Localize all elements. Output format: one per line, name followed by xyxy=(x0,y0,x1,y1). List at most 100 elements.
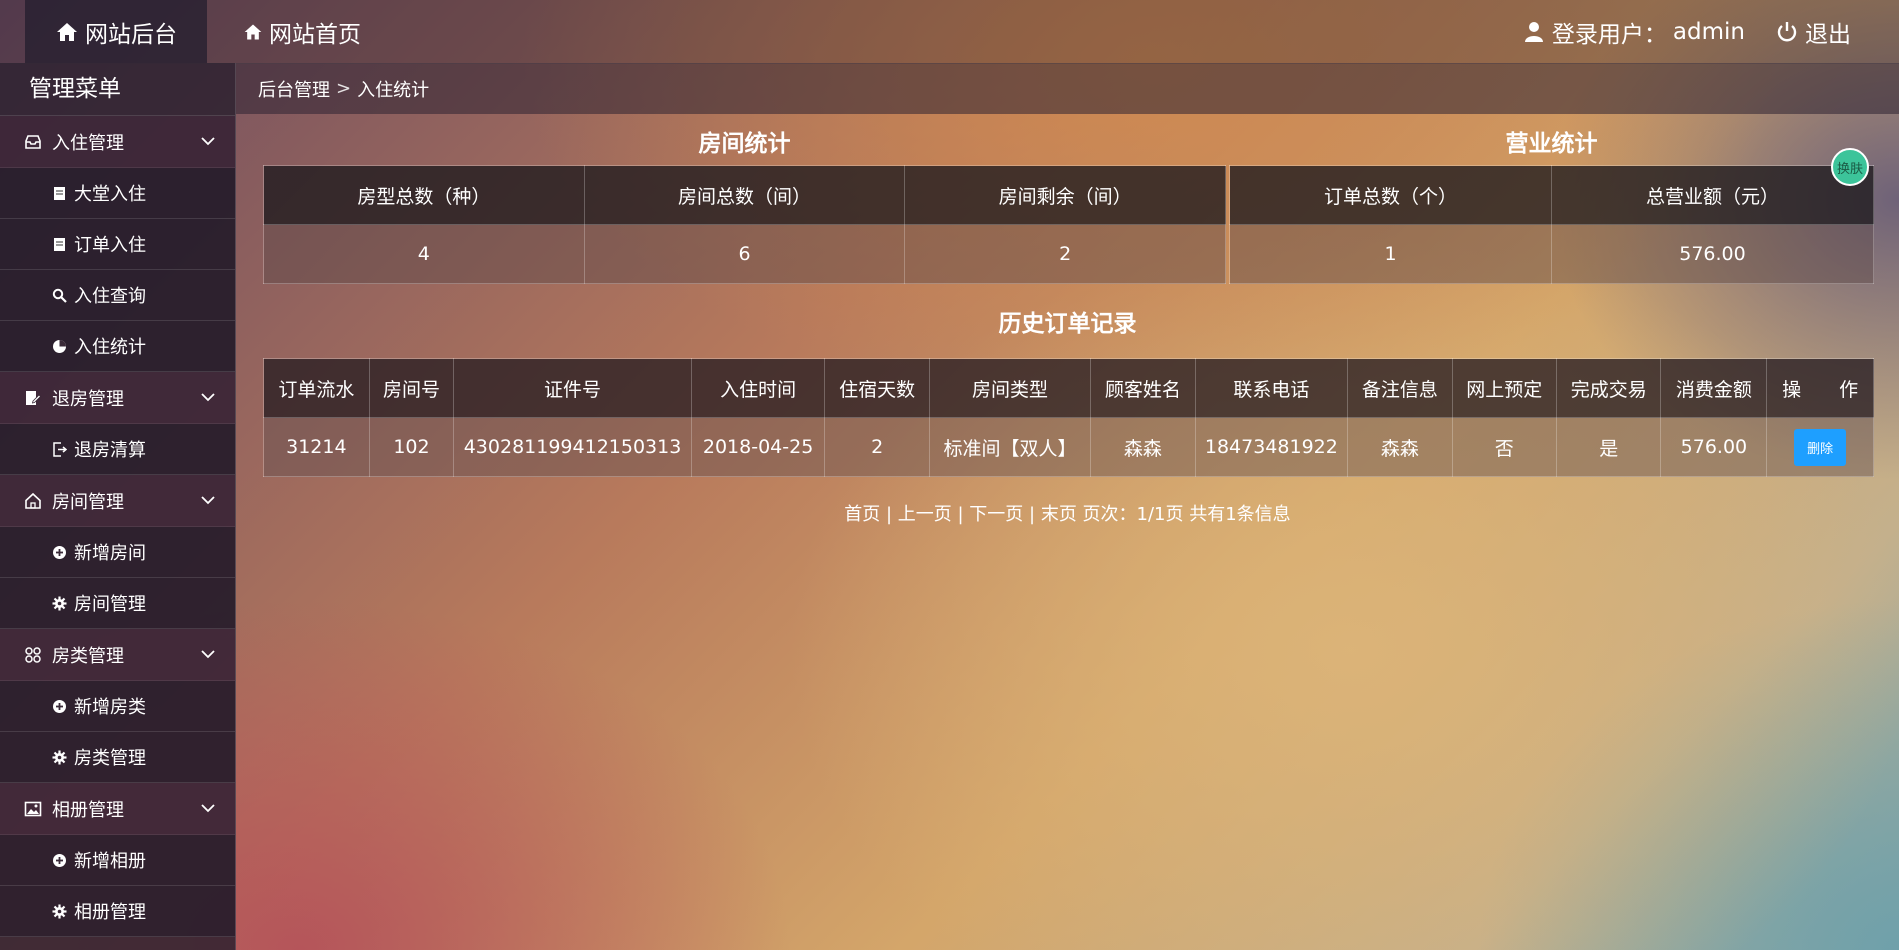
edit-document-icon xyxy=(26,390,42,405)
home-outline-icon xyxy=(25,492,41,509)
sidebar-item-label: 新增房间 xyxy=(74,543,146,564)
sidebar-group-checkin[interactable]: 入住管理 xyxy=(0,116,235,168)
chevron-down-icon xyxy=(201,804,215,813)
table-header-row: 订单流水 房间号 证件号 入住时间 住宿天数 房间类型 顾客姓名 联系电话 备注… xyxy=(263,358,1874,418)
sidebar-group-checkout[interactable]: 退房管理 xyxy=(0,372,235,424)
image-icon xyxy=(24,801,42,816)
column-header: 操 作 xyxy=(1766,358,1874,418)
history-title: 历史订单记录 xyxy=(998,311,1137,337)
cell-checkin-date: 2018-04-25 xyxy=(690,417,826,477)
site-home-label: 网站首页 xyxy=(269,21,361,48)
sidebar-group-label: 相册管理 xyxy=(52,799,124,821)
pie-chart-icon xyxy=(53,339,66,353)
sidebar-item-label: 房类管理 xyxy=(74,748,146,769)
column-header: 订单流水 xyxy=(263,358,370,418)
column-header: 联系电话 xyxy=(1194,358,1349,418)
sidebar-item-label: 入住查询 xyxy=(74,286,146,307)
chevron-down-icon xyxy=(201,393,215,402)
sidebar-item-add-room-type[interactable]: 新增房类 xyxy=(0,681,235,732)
skin-switch-button[interactable]: 换肤 xyxy=(1831,148,1869,186)
plus-circle-icon xyxy=(53,545,66,559)
sidebar-group-label: 退房管理 xyxy=(52,388,124,410)
sidebar-item-checkin-query[interactable]: 入住查询 xyxy=(0,270,235,321)
sidebar-item-label: 退房清算 xyxy=(74,440,146,461)
sidebar-item-label: 大堂入住 xyxy=(74,184,146,205)
sidebar-item-label: 新增相册 xyxy=(74,851,146,872)
cell-completed: 是 xyxy=(1555,417,1662,477)
sidebar-item-room-type-manage[interactable]: 房类管理 xyxy=(0,732,235,783)
column-header: 备注信息 xyxy=(1347,358,1453,418)
sidebar-item-checkout-settle[interactable]: 退房清算 xyxy=(0,424,235,475)
plus-circle-icon xyxy=(53,853,66,867)
business-stats-title: 营业统计 xyxy=(1505,131,1598,157)
site-home-link[interactable]: 网站首页 xyxy=(243,0,361,63)
admin-home-link[interactable]: 网站后台 xyxy=(25,0,207,63)
sidebar-item-order-checkin[interactable]: 订单入住 xyxy=(0,219,235,270)
document-icon xyxy=(54,237,65,251)
user-label: 登录用户： xyxy=(1551,21,1667,48)
delete-button[interactable]: 删除 xyxy=(1794,428,1847,466)
breadcrumb-root[interactable]: 后台管理 xyxy=(258,76,330,102)
user-icon xyxy=(1524,21,1543,42)
logout-button[interactable]: 退出 xyxy=(1775,0,1851,63)
user-name: admin xyxy=(1672,18,1745,45)
chevron-down-icon xyxy=(201,496,215,505)
chevron-down-icon xyxy=(201,650,215,659)
stat-header: 订单总数（个） xyxy=(1229,165,1552,225)
breadcrumb-current: 入住统计 xyxy=(357,79,430,101)
stat-value: 6 xyxy=(583,224,906,284)
home-icon xyxy=(57,22,77,41)
home-icon xyxy=(244,24,262,39)
sidebar-item-lobby-checkin[interactable]: 大堂入住 xyxy=(0,168,235,219)
pagination[interactable]: 首页 | 上一页 | 下一页 | 末页 页次：1/1页 共有1条信息 xyxy=(236,500,1899,526)
sidebar: 管理菜单 入住管理 大堂入住 订单入住 入住查询 入住统计 退房管理 退房清算 … xyxy=(0,63,236,950)
plus-circle-icon xyxy=(53,699,66,713)
sidebar-item-album-manage[interactable]: 相册管理 xyxy=(0,886,235,937)
gear-icon xyxy=(52,904,67,918)
sidebar-item-add-room[interactable]: 新增房间 xyxy=(0,527,235,578)
column-header: 入住时间 xyxy=(690,358,826,418)
sidebar-group-label: 房间管理 xyxy=(52,491,124,513)
sidebar-group-room-type[interactable]: 房类管理 xyxy=(0,629,235,681)
sidebar-group-room[interactable]: 房间管理 xyxy=(0,475,235,527)
breadcrumb: 后台管理 > 入住统计 xyxy=(236,63,1899,114)
cell-guest-name: 森森 xyxy=(1090,417,1196,477)
sidebar-title: 管理菜单 xyxy=(0,63,235,116)
cell-actions: 删除 xyxy=(1766,417,1874,477)
search-icon xyxy=(52,288,67,303)
cell-amount: 576.00 xyxy=(1660,417,1768,477)
sidebar-item-room-manage[interactable]: 房间管理 xyxy=(0,578,235,629)
sidebar-group-album[interactable]: 相册管理 xyxy=(0,783,235,835)
stat-header: 房间剩余（间） xyxy=(904,165,1226,225)
logout-label: 退出 xyxy=(1805,21,1851,48)
gear-icon xyxy=(52,750,67,764)
stat-value: 1 xyxy=(1229,224,1552,284)
sidebar-item-add-album[interactable]: 新增相册 xyxy=(0,835,235,886)
exit-icon xyxy=(53,441,67,457)
order-history-table: 订单流水 房间号 证件号 入住时间 住宿天数 房间类型 顾客姓名 联系电话 备注… xyxy=(263,358,1874,477)
sidebar-item-label: 房间管理 xyxy=(74,594,146,615)
power-icon xyxy=(1777,21,1797,41)
sidebar-item-label: 相册管理 xyxy=(74,902,146,923)
column-header: 房间类型 xyxy=(928,358,1092,418)
column-header: 住宿天数 xyxy=(824,358,930,418)
cell-remark: 森森 xyxy=(1347,417,1453,477)
brand-label: 网站后台 xyxy=(85,21,177,48)
logged-in-user[interactable]: 登录用户： admin xyxy=(1522,0,1745,63)
stat-header: 总营业额（元） xyxy=(1551,165,1874,225)
column-header: 网上预定 xyxy=(1451,358,1558,418)
stat-value: 2 xyxy=(904,224,1226,284)
sidebar-item-checkin-stats[interactable]: 入住统计 xyxy=(0,321,235,372)
cell-phone: 18473481922 xyxy=(1194,417,1349,477)
top-bar: 网站后台 网站首页 登录用户： admin 退出 xyxy=(0,0,1899,64)
column-header: 顾客姓名 xyxy=(1090,358,1196,418)
cell-days: 2 xyxy=(824,417,930,477)
stat-value: 4 xyxy=(263,224,585,284)
business-stats-table: 订单总数（个） 总营业额（元） 1 576.00 xyxy=(1229,165,1874,284)
sidebar-item-label: 新增房类 xyxy=(74,697,146,718)
sidebar-item-label: 入住统计 xyxy=(74,337,146,358)
cell-online-booking: 否 xyxy=(1451,417,1558,477)
command-icon xyxy=(25,646,41,663)
inbox-icon xyxy=(25,134,41,149)
cell-room-no: 102 xyxy=(368,417,455,477)
